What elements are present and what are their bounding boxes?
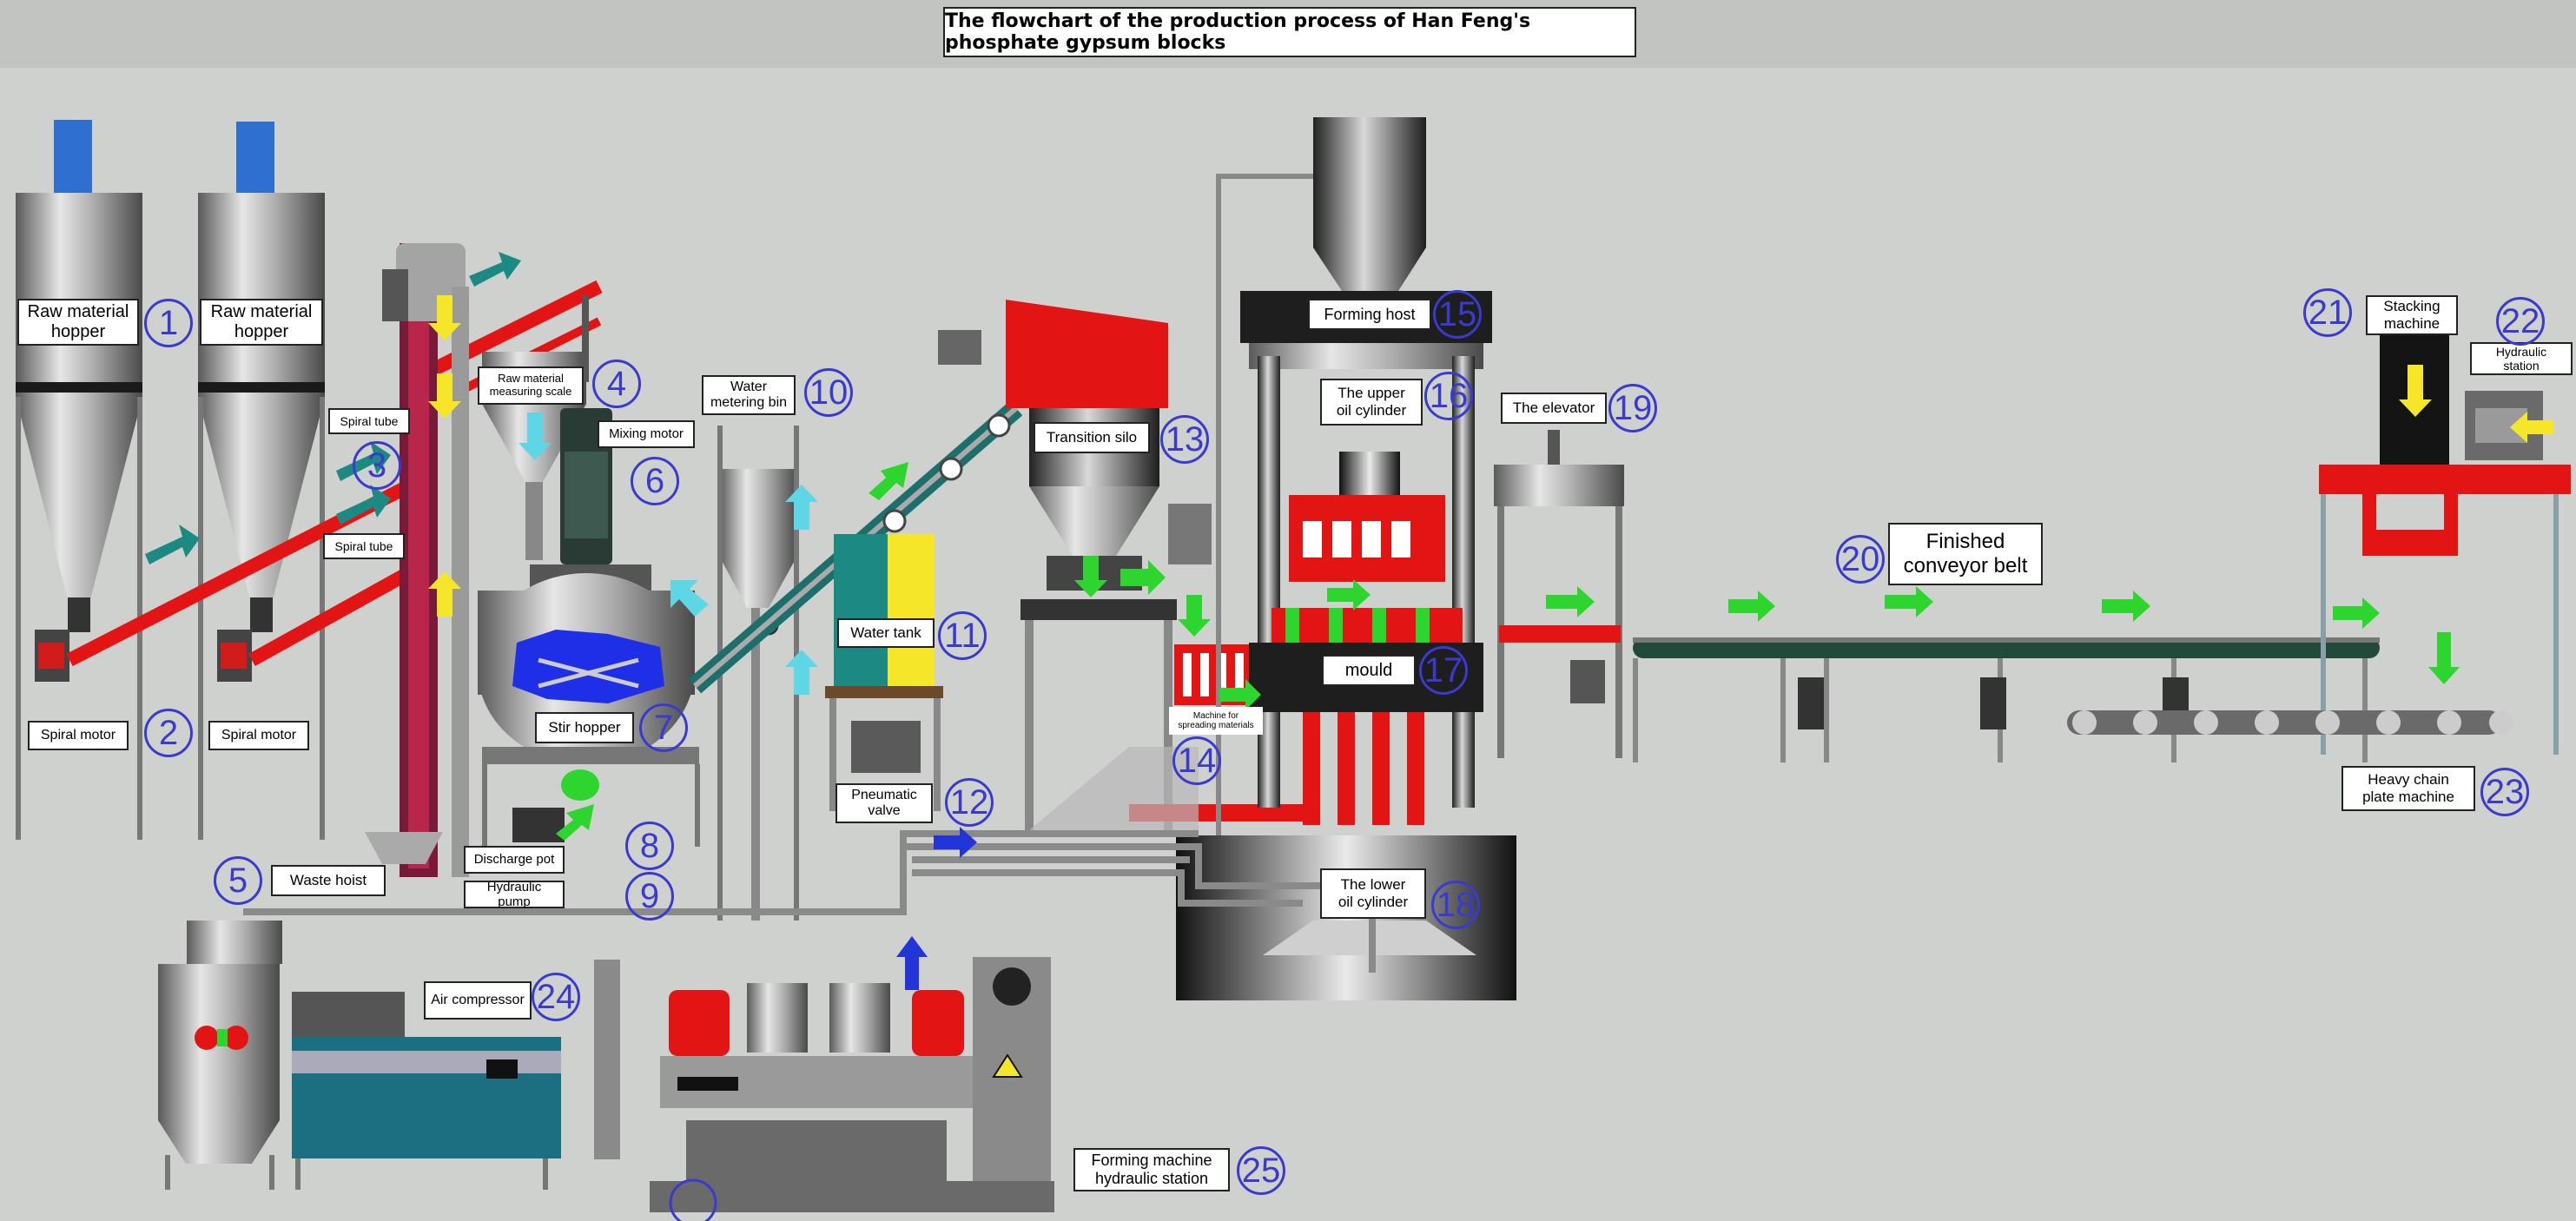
forming-host xyxy=(1216,117,1492,868)
number-7: 7 xyxy=(639,703,688,752)
label-raw-material-measuring-scale: Raw material measuring scale xyxy=(478,366,584,405)
label-lower-oil-cylinder: The lower oil cylinder xyxy=(1320,868,1426,919)
label-mould: mould xyxy=(1322,655,1416,686)
number-25: 25 xyxy=(1237,1146,1285,1195)
number-8: 8 xyxy=(625,822,674,870)
label-air-compressor: Air compressor xyxy=(424,981,532,1020)
number-12: 12 xyxy=(945,778,994,827)
number-17: 17 xyxy=(1419,646,1468,695)
number-4: 4 xyxy=(592,360,641,408)
label-pneumatic-valve: Pneumatic valve xyxy=(836,783,933,823)
number-1: 1 xyxy=(144,299,193,347)
label-heavy-chain-plate-machine: Heavy chain plate machine xyxy=(2342,766,2475,811)
number-3: 3 xyxy=(353,441,401,490)
label-discharge-pot: Discharge pot xyxy=(464,846,565,874)
label-water-tank: Water tank xyxy=(837,618,935,648)
label-stir-hopper: Stir hopper xyxy=(535,712,634,743)
elevator xyxy=(1494,430,1624,758)
waste-hoist xyxy=(365,243,469,877)
number-22: 22 xyxy=(2496,297,2545,346)
stacking-machine xyxy=(2319,334,2571,755)
finished-conveyor-belt xyxy=(1633,637,2380,762)
water-tank xyxy=(825,534,943,811)
label-finished-conveyor-belt: Finished conveyor belt xyxy=(1888,523,2043,585)
number-2: 2 xyxy=(144,709,193,757)
number-9: 9 xyxy=(625,872,674,921)
label-forming-host: Forming host xyxy=(1308,299,1431,330)
process-diagram: The flowchart of the production process … xyxy=(0,0,2576,1221)
diagram-title: The flowchart of the production process … xyxy=(943,7,1636,57)
label-hydraulic-station: Hydraulic station xyxy=(2470,342,2573,375)
label-hydraulic-pump: Hydraulic pump xyxy=(464,880,565,909)
number-19: 19 xyxy=(1608,384,1657,432)
number-10: 10 xyxy=(804,368,853,417)
number-24: 24 xyxy=(532,973,580,1021)
number-6: 6 xyxy=(631,457,679,505)
label-elevator: The elevator xyxy=(1501,393,1607,424)
number-15: 15 xyxy=(1433,290,1482,339)
label-upper-oil-cylinder: The upper oil cylinder xyxy=(1320,379,1423,426)
number-5: 5 xyxy=(214,856,262,905)
label-stacking-machine: Stacking machine xyxy=(2366,295,2458,335)
label-raw-material-hopper-2: Raw material hopper xyxy=(200,299,323,346)
equipment-illustration xyxy=(16,117,2571,1221)
label-spiral-motor-2: Spiral motor xyxy=(208,721,309,750)
number-11: 11 xyxy=(938,611,987,660)
number-20: 20 xyxy=(1836,535,1885,584)
forming-machine-hydraulic-station xyxy=(594,957,1054,1221)
label-waste-hoist: Waste hoist xyxy=(271,865,386,896)
label-transition-silo: Transition silo xyxy=(1034,422,1150,453)
label-spiral-tube-2: Spiral tube xyxy=(323,533,405,559)
label-spiral-tube-1: Spiral tube xyxy=(328,408,410,434)
air-compressor xyxy=(158,921,561,1190)
number-23: 23 xyxy=(2480,768,2529,816)
number-14: 14 xyxy=(1172,736,1221,785)
label-water-metering-bin: Water metering bin xyxy=(702,375,796,415)
label-machine-for-spreading-materials: Machine for spreading materials xyxy=(1169,707,1263,735)
water-metering-bin xyxy=(717,426,799,921)
label-mixing-motor: Mixing motor xyxy=(598,420,695,448)
number-18: 18 xyxy=(1431,881,1480,929)
label-spiral-motor-1: Spiral motor xyxy=(28,721,129,750)
number-13: 13 xyxy=(1160,415,1209,464)
label-forming-machine-hydraulic-station: Forming machine hydraulic station xyxy=(1073,1148,1230,1191)
number-21: 21 xyxy=(2303,288,2352,337)
number-16: 16 xyxy=(1424,372,1473,420)
heavy-chain-plate-machine xyxy=(2067,710,2513,735)
label-raw-material-hopper-1: Raw material hopper xyxy=(17,299,139,346)
